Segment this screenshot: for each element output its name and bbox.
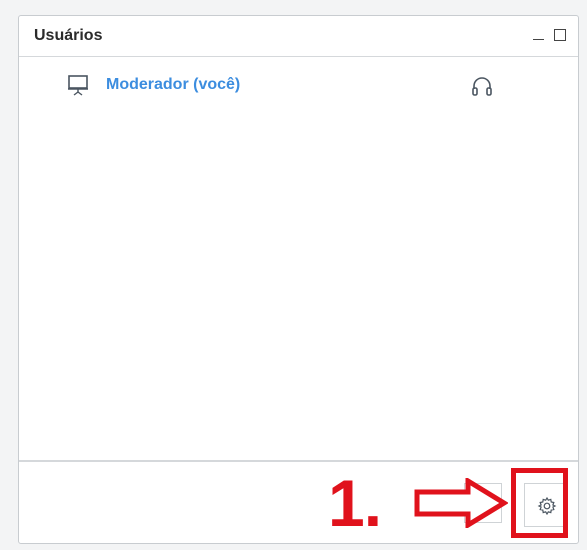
presentation-screen-icon bbox=[68, 75, 88, 96]
panel-title: Usuários bbox=[34, 27, 103, 44]
headset-icon[interactable] bbox=[470, 74, 494, 98]
users-panel: Usuários Moderador (você) bbox=[18, 15, 579, 544]
user-name: Moderador (você) bbox=[106, 76, 241, 93]
maximize-icon bbox=[554, 29, 566, 41]
gear-icon bbox=[537, 496, 557, 516]
step-number-label: 1. bbox=[328, 466, 382, 540]
list-item-user[interactable]: Moderador (você) bbox=[19, 68, 578, 106]
maximize-button[interactable] bbox=[552, 26, 568, 44]
settings-button[interactable] bbox=[524, 483, 568, 527]
minimize-icon bbox=[533, 39, 544, 40]
panel-header: Usuários bbox=[19, 16, 578, 57]
right-arrow-icon bbox=[414, 478, 508, 528]
minimize-button[interactable] bbox=[530, 26, 546, 44]
